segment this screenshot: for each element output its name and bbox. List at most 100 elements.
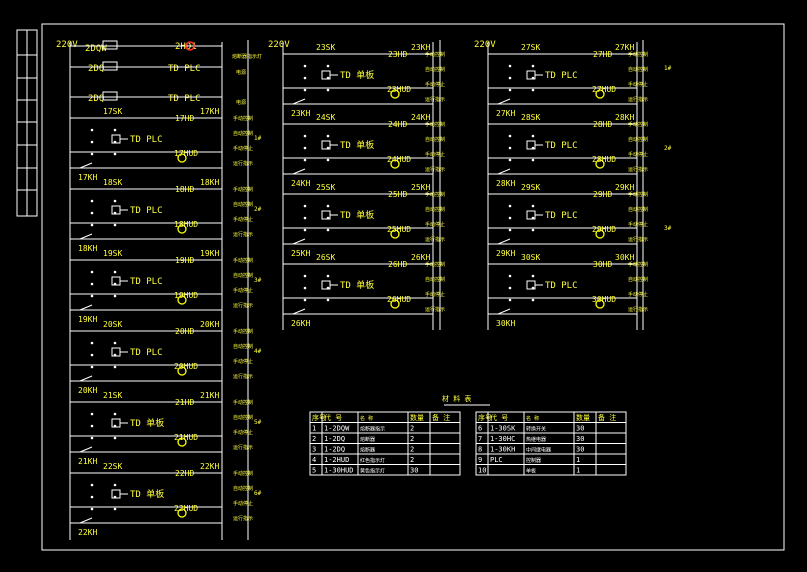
relay-contact-label: 19KH (200, 249, 219, 258)
relay-contact-label: 28KH (615, 113, 634, 122)
contact-dot (531, 134, 535, 138)
table-cell: 1-30SK (490, 425, 516, 433)
lamp-label: 25HUD (387, 225, 411, 234)
note-text: 运行指示 (425, 306, 445, 313)
note-text: 手动停止 (425, 291, 445, 298)
note-text: 手动停止 (233, 287, 253, 294)
device-label: TD PLC (130, 348, 163, 358)
group-label: 6# (254, 490, 262, 497)
top-row-2-left: 2DQ (88, 64, 104, 74)
group-label: 2# (254, 206, 262, 213)
switch-label: 18SK (103, 178, 122, 187)
group-label: 1# (664, 65, 672, 72)
relay-contact-label: 30KH (615, 253, 634, 262)
note-text: 手动停止 (233, 429, 253, 436)
contact-dot (90, 424, 94, 428)
table-cell: 单板 (526, 468, 536, 475)
contactor-label: 27HD (593, 50, 612, 59)
contactor-label: 30HD (593, 260, 612, 269)
contact-dot (531, 204, 535, 208)
note-text: 运行指示 (233, 373, 253, 380)
relay-label: 23KH (291, 109, 310, 118)
device-label: TD 单板 (340, 139, 374, 151)
relay-label: 20KH (78, 386, 97, 395)
contact-dot (113, 223, 117, 227)
note-text: 手动控制 (425, 261, 445, 268)
table-cell: 8 (478, 446, 482, 454)
note-text: 自动控制 (628, 136, 648, 143)
contact-dot (113, 412, 117, 416)
relay-label: 22KH (78, 528, 97, 537)
note-text: 自动控制 (425, 136, 445, 143)
relay-contact-label: 18KH (200, 178, 219, 187)
note-text: 运行指示 (425, 166, 445, 173)
note-text: 手动停止 (628, 291, 648, 298)
supply-label-col1: 220V (56, 40, 78, 50)
note-text: 手动停止 (628, 81, 648, 88)
relay-label: 17KH (78, 173, 97, 182)
contact-dot (90, 282, 94, 286)
note-text: 手动停止 (233, 500, 253, 507)
contact-dot (508, 88, 512, 92)
table-cell: 代 号 (490, 413, 508, 422)
device-label: TD 单板 (130, 488, 164, 500)
contact-dot (508, 286, 512, 290)
relay-label: 30KH (496, 319, 515, 328)
contact-dot (326, 204, 330, 208)
switch-label: 17SK (103, 107, 122, 116)
contact-dot (303, 158, 307, 162)
contact-dot (90, 223, 94, 227)
relay-contact-label: 24KH (411, 113, 430, 122)
group-label: 3# (254, 277, 262, 284)
contact-dot (508, 64, 512, 68)
note-text: 运行指示 (425, 236, 445, 243)
contact-dot (508, 216, 512, 220)
relay-contact-label: 20KH (200, 320, 219, 329)
contact-dot (508, 76, 512, 80)
table-cell: 30 (576, 435, 584, 443)
contact-dot (531, 64, 535, 68)
lamp-label: 29HUD (592, 225, 616, 234)
table-cell: PLC (490, 456, 503, 464)
contact-dot (113, 152, 117, 156)
note-text: 手动控制 (628, 191, 648, 198)
relay-contact-label: 17KH (200, 107, 219, 116)
switch-label: 28SK (521, 113, 540, 122)
switch-label: 29SK (521, 183, 540, 192)
note-text: 自动控制 (233, 130, 253, 137)
supply-label-col3: 220V (474, 40, 496, 50)
contact-dot (531, 298, 535, 302)
contact-dot (90, 436, 94, 440)
contact-dot (508, 146, 512, 150)
contact-dot (90, 152, 94, 156)
relay-label: 25KH (291, 249, 310, 258)
top-row-2-note: 电源 (236, 69, 246, 76)
table-cell: 1-30KH (490, 446, 515, 454)
note-text: 手动控制 (425, 121, 445, 128)
device-label: TD 单板 (130, 417, 164, 429)
contact-dot (90, 270, 94, 274)
note-text: 手动控制 (233, 399, 253, 406)
note-text: 运行指示 (628, 306, 648, 313)
contact-dot (508, 298, 512, 302)
table-cell: 5 (312, 467, 316, 475)
note-text: 自动控制 (425, 206, 445, 213)
contact-dot (303, 76, 307, 80)
note-text: 手动停止 (425, 221, 445, 228)
note-text: 运行指示 (233, 302, 253, 309)
table-cell: 9 (478, 456, 482, 464)
table-cell: 熔断器 (360, 436, 375, 443)
lamp-label: 24HUD (387, 155, 411, 164)
note-text: 手动控制 (233, 470, 253, 477)
contact-dot (303, 298, 307, 302)
table-cell: 6 (478, 425, 482, 433)
relay-contact-label: 22KH (200, 462, 219, 471)
note-text: 自动控制 (425, 276, 445, 283)
lamp-label: 22HUD (174, 504, 198, 513)
contact-dot (113, 507, 117, 511)
relay-contact-label: 26KH (411, 253, 430, 262)
contact-dot (508, 274, 512, 278)
contact-dot (303, 64, 307, 68)
contact-dot (531, 228, 535, 232)
contactor-label: 24HD (388, 120, 407, 129)
